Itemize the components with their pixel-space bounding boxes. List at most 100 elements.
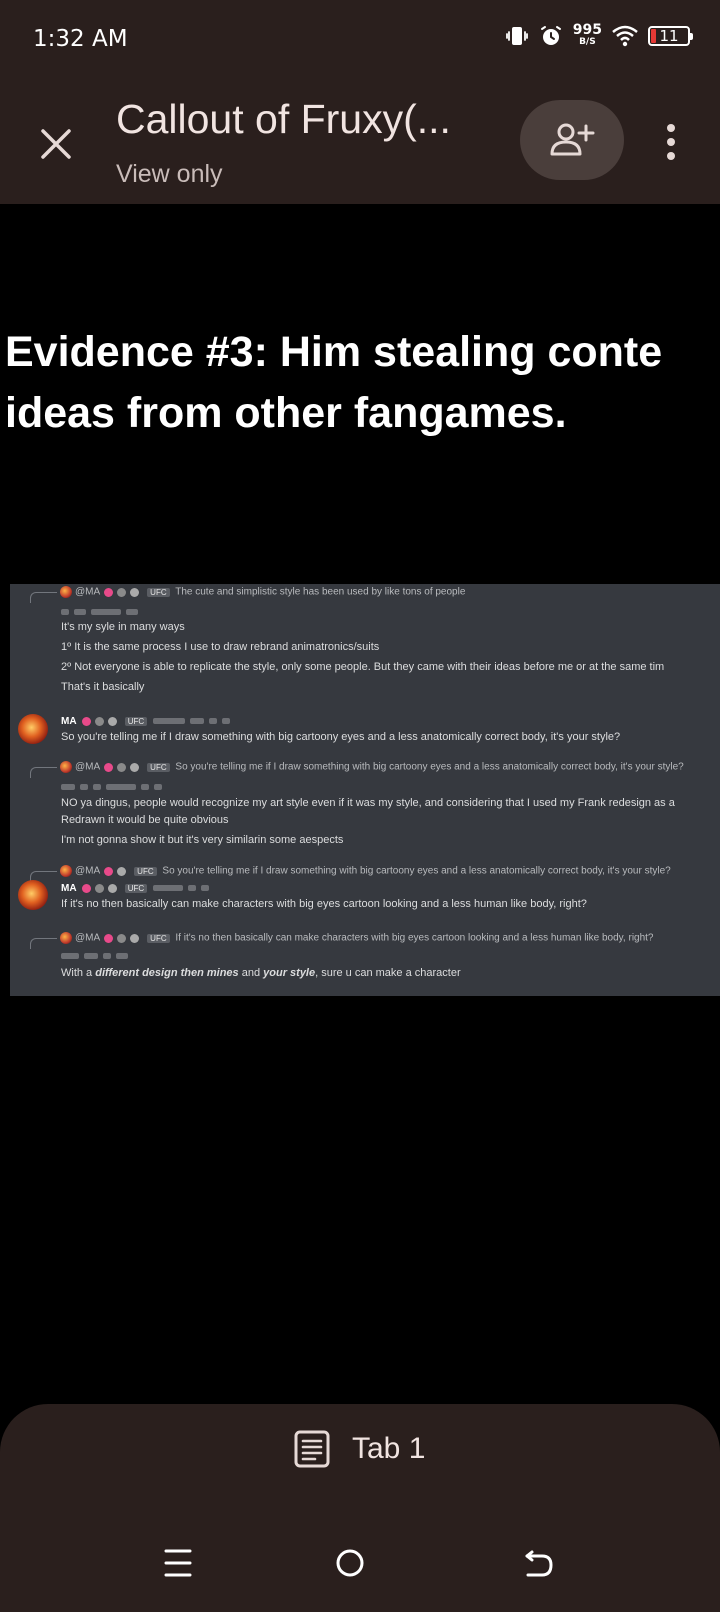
emoji-icon <box>130 933 140 943</box>
close-icon <box>41 129 71 159</box>
server-tag: UFC <box>147 933 170 943</box>
redacted-meta <box>61 781 167 793</box>
server-tag: UFC <box>134 866 157 876</box>
server-tag: UFC <box>124 717 148 726</box>
heart-emoji-icon <box>104 587 114 597</box>
person-add-icon <box>550 123 595 156</box>
text-emphasis: your style <box>263 967 316 979</box>
emoji-icon <box>117 866 127 876</box>
reply-connector <box>30 938 57 949</box>
message-header: MA UFC <box>61 715 235 727</box>
server-tag: UFC <box>147 587 170 597</box>
document-title: Callout of Fruxy(... <box>116 96 451 142</box>
message-text: It's my syle in many ways <box>61 621 185 633</box>
tab-selector[interactable]: Tab 1 <box>294 1430 425 1468</box>
reply-text: So you're telling me if I draw something… <box>175 761 684 773</box>
text-segment: With a <box>61 967 96 979</box>
back-icon <box>525 1550 553 1577</box>
share-button[interactable] <box>520 100 624 180</box>
home-button[interactable] <box>335 1548 365 1583</box>
server-tag: UFC <box>147 762 170 772</box>
close-button[interactable] <box>30 118 82 170</box>
username: MA <box>61 883 77 894</box>
document-icon <box>294 1430 330 1468</box>
app-bar: Callout of Fruxy(... View only <box>0 80 720 204</box>
status-bar: 1:32 AM 995 B/S 11 <box>0 0 720 80</box>
system-nav-bar <box>0 1516 720 1612</box>
emoji-icon <box>117 587 127 597</box>
more-vert-icon <box>667 124 675 160</box>
redacted-meta <box>61 606 143 618</box>
message-header: MA UFC <box>61 882 214 894</box>
embedded-chat-screenshot: @MA UFC The cute and simplistic style ha… <box>10 584 720 996</box>
battery-level: 11 <box>659 27 679 45</box>
emoji-icon <box>94 716 104 726</box>
document-content[interactable]: Evidence #3: Him stealing conte ideas fr… <box>0 204 720 1404</box>
message-text: So you're telling me if I draw something… <box>61 731 621 743</box>
reply-username: @MA <box>75 865 100 877</box>
heart-emoji-icon <box>104 866 114 876</box>
heart-emoji-icon <box>81 883 91 893</box>
heart-emoji-icon <box>104 933 114 943</box>
document-subtitle: View only <box>116 160 223 188</box>
text-segment: , sure u can make a character <box>315 967 461 979</box>
message-text: Redrawn it would be quite obvious <box>61 814 229 826</box>
tab-label: Tab 1 <box>352 1432 426 1465</box>
heading-line-1: Evidence #3: Him stealing conte <box>5 328 663 376</box>
heart-emoji-icon <box>81 716 91 726</box>
avatar <box>18 880 48 910</box>
avatar <box>60 586 72 598</box>
reply-preview: @MA UFC The cute and simplistic style ha… <box>60 586 465 598</box>
emoji-icon <box>130 762 140 772</box>
wifi-icon <box>612 25 638 47</box>
reply-preview: @MA UFC So you're telling me if I draw s… <box>60 761 684 773</box>
avatar <box>60 761 72 773</box>
username: MA <box>61 716 77 727</box>
reply-text: The cute and simplistic style has been u… <box>175 586 466 598</box>
reply-connector <box>30 767 57 778</box>
avatar <box>60 932 72 944</box>
battery-indicator: 11 <box>648 26 693 46</box>
reply-connector <box>30 592 57 603</box>
avatar <box>18 714 48 744</box>
message-text: 2º Not everyone is able to replicate the… <box>61 661 665 673</box>
emoji-icon <box>117 933 127 943</box>
more-options-button[interactable] <box>656 116 686 168</box>
reply-preview: @MA UFC So you're telling me if I draw s… <box>60 865 671 877</box>
status-icons: 995 B/S 11 <box>505 23 693 48</box>
heart-emoji-icon <box>104 762 114 772</box>
text-emphasis: different design then mines <box>95 967 239 979</box>
heading-line-2: ideas from other fangames. <box>5 389 567 437</box>
message-text: NO ya dingus, people would recognize my … <box>61 797 675 809</box>
reply-preview: @MA UFC If it's no then basically can ma… <box>60 932 654 944</box>
reply-username: @MA <box>75 586 100 598</box>
menu-icon <box>164 1549 192 1577</box>
message-text: 1º It is the same process I use to draw … <box>61 641 380 653</box>
vibrate-icon <box>505 24 529 48</box>
emoji-icon <box>117 762 127 772</box>
redacted-meta <box>61 950 133 962</box>
back-button[interactable] <box>524 1548 554 1583</box>
alarm-icon <box>539 24 563 48</box>
reply-username: @MA <box>75 761 100 773</box>
status-time: 1:32 AM <box>33 26 128 52</box>
server-tag: UFC <box>124 884 148 893</box>
message-text: If it's no then basically can make chara… <box>61 898 587 910</box>
emoji-icon <box>94 883 104 893</box>
message-text: With a different design then mines and y… <box>61 967 461 979</box>
bottom-sheet: Tab 1 <box>0 1404 720 1612</box>
home-circle-icon <box>336 1549 364 1577</box>
reply-text: So you're telling me if I draw something… <box>162 865 671 877</box>
emoji-icon <box>130 587 140 597</box>
emoji-icon <box>107 883 117 893</box>
emoji-icon <box>107 716 117 726</box>
recents-button[interactable] <box>164 1548 192 1583</box>
reply-username: @MA <box>75 932 100 944</box>
message-text: I'm not gonna show it but it's very simi… <box>61 834 344 846</box>
avatar <box>60 865 72 877</box>
message-text: That's it basically <box>61 681 145 693</box>
reply-text: If it's no then basically can make chara… <box>175 932 654 944</box>
text-segment: and <box>238 967 264 979</box>
net-speed: 995 B/S <box>573 23 602 48</box>
evidence-heading: Evidence #3: Him stealing conte ideas fr… <box>5 322 720 444</box>
